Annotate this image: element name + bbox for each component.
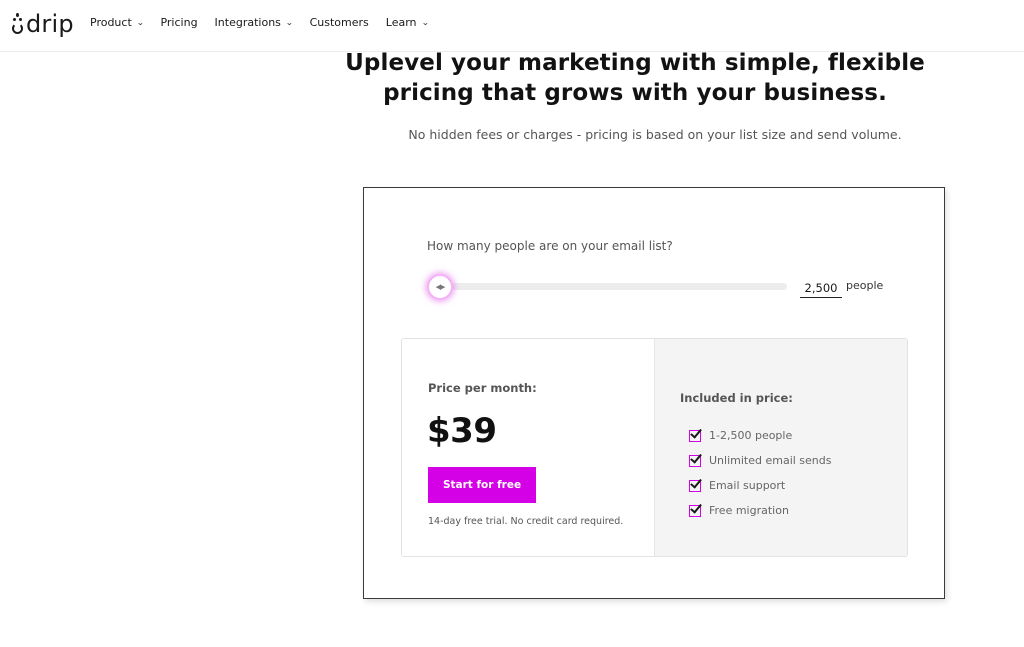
nav-item-label: Learn bbox=[385, 16, 417, 29]
nav-item-integrations[interactable]: Integrations ⌄ bbox=[214, 16, 294, 29]
included-panel: Included in price: 1-2,500 people Unlimi… bbox=[655, 339, 907, 556]
nav-item-label: Customers bbox=[309, 16, 369, 29]
top-navigation: drip Product ⌄ Pricing Integrations ⌄ Cu… bbox=[0, 0, 1024, 52]
list-item: Email support bbox=[689, 473, 831, 498]
nav-item-label: Product bbox=[90, 16, 132, 29]
nav-item-product[interactable]: Product ⌄ bbox=[90, 16, 145, 29]
included-item-label: Free migration bbox=[709, 504, 789, 517]
chevron-down-icon: ⌄ bbox=[136, 18, 145, 27]
included-item-label: 1-2,500 people bbox=[709, 429, 793, 442]
slider-track[interactable] bbox=[437, 283, 787, 290]
title-line-2: pricing that grows with your business. bbox=[383, 80, 887, 106]
price-value: $39 bbox=[427, 411, 497, 451]
list-size-unit: people bbox=[846, 279, 884, 292]
list-size-slider[interactable]: ◀▶ bbox=[427, 272, 787, 302]
page-title: Uplevel your marketing with simple, flex… bbox=[330, 48, 940, 108]
chevron-down-icon: ⌄ bbox=[420, 18, 429, 27]
checkbox-checked-icon bbox=[689, 454, 701, 467]
included-item-label: Unlimited email sends bbox=[709, 454, 832, 467]
drip-smile-icon bbox=[11, 13, 24, 35]
checkbox-checked-icon bbox=[689, 429, 701, 442]
checkbox-checked-icon bbox=[689, 504, 701, 517]
price-label: Price per month: bbox=[428, 381, 537, 395]
nav-item-pricing[interactable]: Pricing bbox=[160, 16, 197, 29]
slider-thumb[interactable]: ◀▶ bbox=[427, 274, 453, 300]
page-subtitle: No hidden fees or charges - pricing is b… bbox=[408, 127, 902, 142]
main-menu: Product ⌄ Pricing Integrations ⌄ Custome… bbox=[90, 16, 445, 29]
start-for-free-button[interactable]: Start for free bbox=[428, 467, 536, 503]
included-item-label: Email support bbox=[709, 479, 786, 492]
drag-arrows-icon: ◀▶ bbox=[435, 283, 446, 291]
list-size-input[interactable] bbox=[800, 276, 842, 298]
included-title: Included in price: bbox=[680, 391, 793, 405]
list-item: Free migration bbox=[689, 498, 831, 523]
included-list: 1-2,500 people Unlimited email sends Ema… bbox=[689, 423, 831, 523]
trial-note: 14-day free trial. No credit card requir… bbox=[428, 516, 624, 527]
list-size-question: How many people are on your email list? bbox=[427, 239, 673, 253]
list-item: 1-2,500 people bbox=[689, 423, 831, 448]
chevron-down-icon: ⌄ bbox=[285, 18, 294, 27]
drip-logo[interactable]: drip bbox=[11, 9, 74, 39]
nav-item-learn[interactable]: Learn ⌄ bbox=[385, 16, 429, 29]
logo-text: drip bbox=[26, 10, 74, 38]
nav-item-customers[interactable]: Customers bbox=[310, 16, 369, 29]
nav-item-label: Integrations bbox=[214, 16, 281, 29]
list-item: Unlimited email sends bbox=[689, 448, 831, 473]
price-summary-card: Price per month: $39 Start for free 14-d… bbox=[401, 338, 908, 557]
pricing-calculator: How many people are on your email list? … bbox=[363, 187, 945, 599]
title-line-1: Uplevel your marketing with simple, flex… bbox=[345, 50, 925, 76]
checkbox-checked-icon bbox=[689, 479, 701, 492]
nav-item-label: Pricing bbox=[160, 16, 198, 29]
price-panel: Price per month: $39 Start for free 14-d… bbox=[402, 339, 655, 556]
